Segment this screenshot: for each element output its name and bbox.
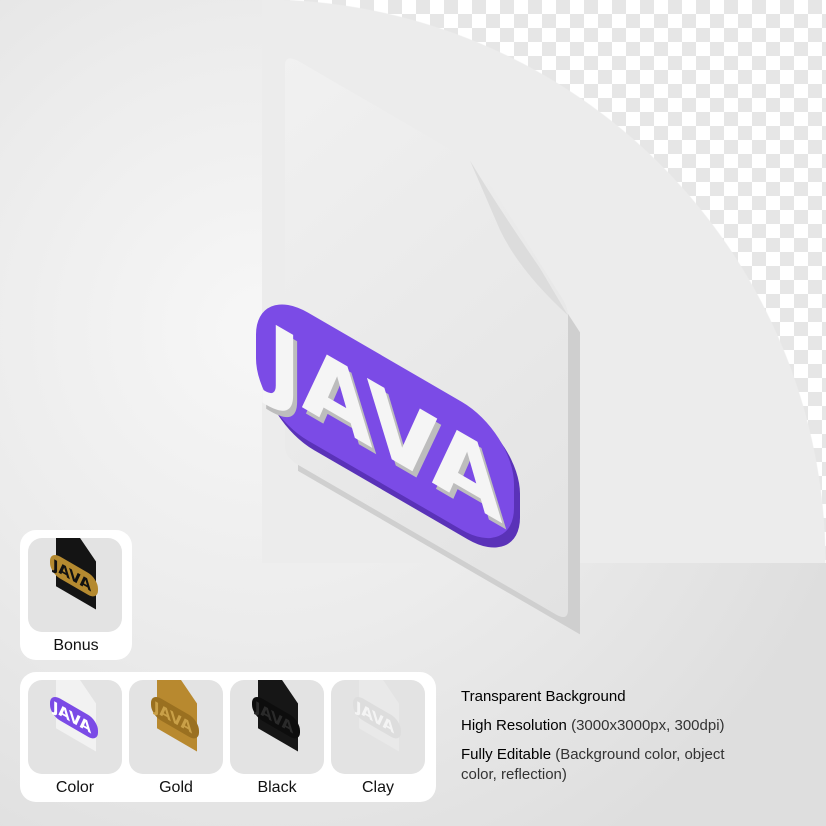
file-icon: JAVA bbox=[252, 680, 300, 752]
variant-thumbnail-black[interactable]: JAVA bbox=[230, 680, 324, 774]
file-icon: JAVA bbox=[151, 680, 199, 752]
variants-panel: JAVA Color JAVA Gold JAVA Black JAVA Cla… bbox=[20, 672, 436, 802]
variant-label: Gold bbox=[159, 779, 193, 796]
bonus-label: Bonus bbox=[53, 637, 99, 654]
variant-label: Clay bbox=[361, 779, 394, 796]
file-icon: JAVA bbox=[50, 680, 98, 752]
bonus-thumbnail[interactable]: JAVA bbox=[28, 538, 122, 632]
feature-transparent: Transparent Background bbox=[461, 688, 626, 705]
variant-label: Color bbox=[55, 779, 95, 796]
variant-thumbnail-gold[interactable]: JAVA bbox=[129, 680, 223, 774]
variant-thumbnail-clay[interactable]: JAVA bbox=[331, 680, 425, 774]
feature-resolution: High Resolution (3000x3000px, 300dpi) bbox=[461, 717, 725, 734]
features-list: Transparent Background High Resolution (… bbox=[461, 687, 811, 794]
feature-editable: Fully Editable (Background color, object… bbox=[461, 746, 725, 783]
variant-label: Black bbox=[257, 779, 297, 796]
black-gold-file-icon: JAVA bbox=[50, 538, 98, 610]
file-icon: JAVA bbox=[353, 680, 401, 752]
variant-thumbnail-color[interactable]: JAVA bbox=[28, 680, 122, 774]
bonus-panel: JAVA Bonus bbox=[20, 530, 132, 660]
